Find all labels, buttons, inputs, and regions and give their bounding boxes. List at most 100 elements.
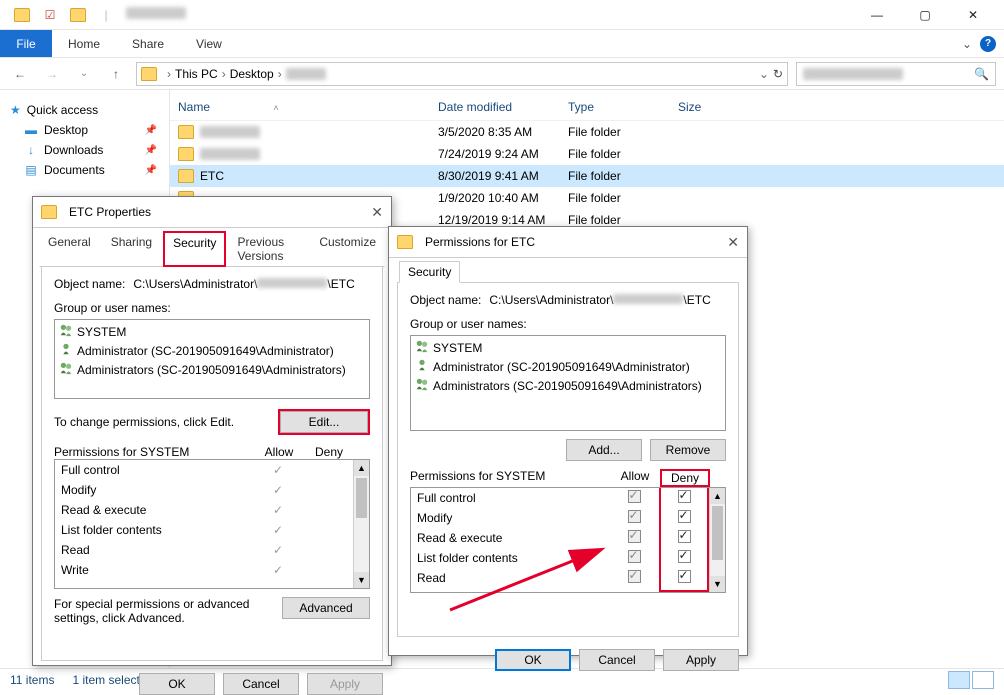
refresh-icon[interactable]: ↻ (773, 67, 783, 81)
allow-checkbox[interactable] (628, 570, 641, 583)
deny-checkbox[interactable] (678, 530, 691, 543)
help-icon[interactable]: ? (980, 36, 996, 52)
pin-icon: 📌 (145, 125, 157, 136)
user-item[interactable]: Administrator (SC-201905091649\Administr… (59, 341, 365, 360)
permission-row: Read✓ (55, 540, 353, 560)
close-icon[interactable]: ✕ (727, 234, 739, 251)
qat-separator: | (98, 7, 114, 23)
scroll-down-icon[interactable]: ▼ (354, 572, 369, 588)
user-icon (59, 342, 73, 359)
ok-button[interactable]: OK (139, 673, 215, 695)
ribbon-chevron-icon[interactable]: ⌄ (962, 37, 972, 51)
permission-row: List folder contents✓ (55, 520, 353, 540)
up-button[interactable]: ↑ (104, 62, 128, 86)
forward-button[interactable]: → (40, 62, 64, 86)
file-row[interactable]: 3/5/2020 8:35 AMFile folder (170, 121, 1004, 143)
search-icon: 🔍 (974, 67, 989, 81)
dialog-title: Permissions for ETC (425, 235, 535, 249)
view-large-icon[interactable] (972, 671, 994, 689)
minimize-button[interactable]: — (854, 1, 900, 29)
user-list[interactable]: SYSTEMAdministrator (SC-201905091649\Adm… (54, 319, 370, 399)
qat-checkbox-icon[interactable]: ☑ (42, 7, 58, 23)
deny-checkbox[interactable] (678, 550, 691, 563)
view-details-icon[interactable] (948, 671, 970, 689)
user-icon (59, 361, 73, 378)
user-label: Administrators (SC-201905091649\Administ… (77, 363, 346, 377)
allow-checkbox[interactable] (628, 550, 641, 563)
breadcrumb-this-pc[interactable]: This PC (175, 67, 218, 81)
allow-mark: ✓ (273, 503, 283, 517)
permission-row: Read & execute✓ (55, 500, 353, 520)
user-item[interactable]: SYSTEM (59, 322, 365, 341)
apply-button[interactable]: Apply (663, 649, 739, 671)
file-tab[interactable]: File (0, 30, 52, 57)
cancel-button[interactable]: Cancel (223, 673, 299, 695)
apply-button[interactable]: Apply (307, 673, 383, 695)
tab-previous-versions[interactable]: Previous Versions (228, 231, 308, 267)
deny-checkbox[interactable] (678, 490, 691, 503)
quick-access[interactable]: ★ Quick access (10, 100, 169, 120)
address-bar[interactable]: › This PC › Desktop › ⌄ ↻ (136, 62, 788, 86)
object-name-label: Object name: (54, 277, 125, 291)
scroll-down-icon[interactable]: ▼ (710, 576, 725, 592)
breadcrumb-desktop[interactable]: Desktop (230, 67, 274, 81)
close-icon[interactable]: ✕ (371, 204, 383, 221)
col-size[interactable]: Size (670, 100, 750, 114)
address-dropdown-icon[interactable]: ⌄ (759, 67, 769, 81)
window-titlebar: ☑ | — ▢ ✕ (0, 0, 1004, 30)
scroll-up-icon[interactable]: ▲ (710, 488, 725, 504)
scroll-thumb[interactable] (356, 478, 367, 518)
search-input[interactable]: 🔍 (796, 62, 996, 86)
col-name[interactable]: Name ˄ (170, 100, 430, 114)
navigation-bar: ← → ⌄ ↑ › This PC › Desktop › ⌄ ↻ 🔍 (0, 58, 1004, 90)
tab-security[interactable]: Security (163, 231, 226, 267)
back-button[interactable]: ← (8, 62, 32, 86)
close-button[interactable]: ✕ (950, 1, 996, 29)
tab-home[interactable]: Home (52, 30, 116, 57)
desktop-icon: ▬ (24, 123, 38, 137)
permissions-for-label: Permissions for SYSTEM (54, 445, 189, 459)
search-placeholder-blur (803, 68, 903, 80)
advanced-button[interactable]: Advanced (282, 597, 370, 619)
scroll-thumb[interactable] (712, 506, 723, 560)
col-type[interactable]: Type (560, 100, 670, 114)
permission-label: Write (55, 563, 253, 577)
user-item[interactable]: Administrators (SC-201905091649\Administ… (59, 360, 365, 379)
deny-checkbox[interactable] (678, 510, 691, 523)
group-users-label: Group or user names: (410, 317, 726, 331)
tab-customize[interactable]: Customize (310, 231, 385, 267)
permission-row: List folder contents (411, 548, 709, 568)
file-row[interactable]: ETC8/30/2019 9:41 AMFile folder (170, 165, 1004, 187)
history-chevron-icon[interactable]: ⌄ (72, 62, 96, 86)
remove-button[interactable]: Remove (650, 439, 726, 461)
allow-checkbox[interactable] (628, 530, 641, 543)
edit-button[interactable]: Edit... (280, 411, 368, 433)
sidebar-item-downloads[interactable]: ↓ Downloads 📌 (10, 140, 169, 160)
tab-general[interactable]: General (39, 231, 100, 267)
maximize-button[interactable]: ▢ (902, 1, 948, 29)
scrollbar[interactable]: ▲ ▼ (353, 460, 369, 588)
file-row[interactable]: 7/24/2019 9:24 AMFile folder (170, 143, 1004, 165)
sidebar-item-documents[interactable]: ▤ Documents 📌 (10, 160, 169, 180)
tab-view[interactable]: View (180, 30, 238, 57)
user-list[interactable]: SYSTEMAdministrator (SC-201905091649\Adm… (410, 335, 726, 431)
scroll-up-icon[interactable]: ▲ (354, 460, 369, 476)
sidebar-item-desktop[interactable]: ▬ Desktop 📌 (10, 120, 169, 140)
user-item[interactable]: SYSTEM (415, 338, 721, 357)
tab-share[interactable]: Share (116, 30, 180, 57)
tab-security[interactable]: Security (399, 261, 460, 283)
allow-checkbox[interactable] (628, 510, 641, 523)
user-item[interactable]: Administrators (SC-201905091649\Administ… (415, 376, 721, 395)
allow-checkbox[interactable] (628, 490, 641, 503)
col-date[interactable]: Date modified (430, 100, 560, 114)
add-button[interactable]: Add... (566, 439, 642, 461)
breadcrumb-sep: › (278, 67, 282, 81)
scrollbar[interactable]: ▲ ▼ (709, 488, 725, 592)
cancel-button[interactable]: Cancel (579, 649, 655, 671)
user-item[interactable]: Administrator (SC-201905091649\Administr… (415, 357, 721, 376)
deny-checkbox[interactable] (678, 570, 691, 583)
permission-label: Full control (55, 463, 253, 477)
tab-sharing[interactable]: Sharing (102, 231, 161, 267)
qat-folder-icon[interactable] (70, 7, 86, 23)
ok-button[interactable]: OK (495, 649, 571, 671)
